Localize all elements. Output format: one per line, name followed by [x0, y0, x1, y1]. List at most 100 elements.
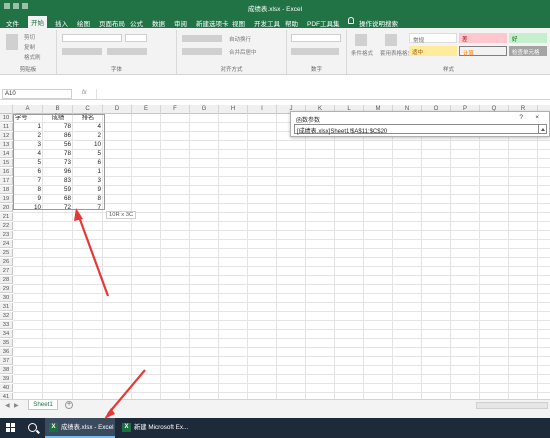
- paste-icon[interactable]: [6, 34, 18, 50]
- tab-pdf-tools[interactable]: PDF工具集: [304, 17, 343, 28]
- align-horizontal-icons[interactable]: [182, 48, 222, 55]
- cut-button[interactable]: 剪切: [24, 33, 35, 41]
- row-header[interactable]: 17: [0, 177, 13, 185]
- help-button[interactable]: ?: [519, 114, 523, 121]
- style-check-cell[interactable]: 检查单元格: [509, 46, 547, 56]
- tab-insert[interactable]: 插入: [52, 17, 71, 28]
- tab-home[interactable]: 开始: [28, 16, 47, 28]
- row-header[interactable]: 32: [0, 312, 13, 320]
- style-good[interactable]: 好: [509, 33, 547, 43]
- row-header[interactable]: 33: [0, 321, 13, 329]
- select-all-corner[interactable]: [0, 105, 13, 114]
- format-painter-button[interactable]: 格式刷: [24, 53, 41, 61]
- gridline: [13, 230, 550, 231]
- row-header[interactable]: 21: [0, 213, 13, 221]
- row-header[interactable]: 26: [0, 258, 13, 266]
- style-neutral[interactable]: 适中: [409, 46, 457, 56]
- row-header[interactable]: 11: [0, 123, 13, 131]
- function-arguments-dialog[interactable]: 函数参数 ? × [成绩表.xlsx]Sheet1!$A$11:$C$20: [290, 111, 550, 137]
- row-header[interactable]: 18: [0, 186, 13, 194]
- search-icon[interactable]: [28, 423, 37, 432]
- style-normal[interactable]: 常规: [409, 33, 457, 44]
- column-header-f[interactable]: F: [161, 105, 190, 114]
- row-header[interactable]: 12: [0, 132, 13, 140]
- tab-review[interactable]: 审阅: [171, 17, 190, 28]
- font-size-select[interactable]: [125, 34, 147, 42]
- row-header[interactable]: 13: [0, 141, 13, 149]
- font-name-select[interactable]: [62, 34, 122, 42]
- worksheet-grid[interactable]: ABCDEFGHIJKLMNOPQRS 10学号成绩排名111784122862…: [0, 105, 550, 399]
- row-header[interactable]: 36: [0, 348, 13, 356]
- horizontal-scrollbar[interactable]: [476, 402, 548, 409]
- column-header-b[interactable]: B: [43, 105, 73, 114]
- style-calculation[interactable]: 计算: [459, 46, 507, 57]
- sheet-tab-bar: ◀ ▶ Sheet1 +: [0, 399, 550, 410]
- row-header[interactable]: 14: [0, 150, 13, 158]
- number-format-icons[interactable]: [291, 48, 339, 55]
- align-top-icons[interactable]: [182, 35, 222, 42]
- conditional-format-icon[interactable]: [355, 34, 367, 46]
- row-header[interactable]: 25: [0, 249, 13, 257]
- expand-dialog-icon[interactable]: [538, 124, 547, 134]
- formula-input[interactable]: [96, 89, 548, 99]
- tab-view[interactable]: 视图: [229, 17, 248, 28]
- copy-button[interactable]: 复制: [24, 43, 35, 51]
- conditional-format-button[interactable]: 条件格式: [351, 49, 373, 57]
- row-header[interactable]: 39: [0, 375, 13, 383]
- row-header[interactable]: 23: [0, 231, 13, 239]
- column-header-e[interactable]: E: [132, 105, 161, 114]
- row-header[interactable]: 38: [0, 366, 13, 374]
- row-header[interactable]: 24: [0, 240, 13, 248]
- taskbar-app-excel-new[interactable]: X 新建 Microsoft Ex...: [118, 418, 190, 438]
- row-header[interactable]: 15: [0, 159, 13, 167]
- fx-icon[interactable]: fx: [82, 90, 87, 96]
- row-header[interactable]: 27: [0, 267, 13, 275]
- wrap-text-button[interactable]: 自动换行: [229, 35, 251, 43]
- tab-help[interactable]: 帮助: [282, 17, 301, 28]
- number-format-select[interactable]: [291, 34, 341, 42]
- tab-new-tab[interactable]: 新建选项卡: [193, 17, 232, 28]
- row-header[interactable]: 34: [0, 330, 13, 338]
- column-header-a[interactable]: A: [13, 105, 43, 114]
- row-header[interactable]: 10: [0, 114, 13, 122]
- tell-me-search[interactable]: 操作说明搜索: [356, 17, 401, 28]
- row-header[interactable]: 16: [0, 168, 13, 176]
- tab-developer[interactable]: 开发工具: [251, 17, 283, 28]
- row-header[interactable]: 28: [0, 276, 13, 284]
- font-style-icons[interactable]: [62, 48, 102, 55]
- column-header-g[interactable]: G: [190, 105, 219, 114]
- close-button[interactable]: ×: [535, 114, 539, 121]
- next-sheet-icon[interactable]: ▶: [14, 402, 19, 409]
- row-header[interactable]: 35: [0, 339, 13, 347]
- style-bad[interactable]: 差: [459, 33, 507, 43]
- row-header[interactable]: 29: [0, 285, 13, 293]
- windows-start-icon[interactable]: [6, 423, 16, 433]
- row-header[interactable]: 40: [0, 384, 13, 392]
- column-header-c[interactable]: C: [73, 105, 103, 114]
- taskbar-app-excel-grades[interactable]: X 成绩表.xlsx - Excel: [45, 418, 115, 438]
- row-header[interactable]: 20: [0, 204, 13, 212]
- prev-sheet-icon[interactable]: ◀: [5, 402, 10, 409]
- merge-center-button[interactable]: 合并后居中: [229, 48, 257, 56]
- column-header-h[interactable]: H: [219, 105, 248, 114]
- column-header-i[interactable]: I: [248, 105, 277, 114]
- tab-file[interactable]: 文件: [3, 17, 22, 28]
- table-format-icon[interactable]: [385, 34, 397, 46]
- tab-data[interactable]: 数据: [149, 17, 168, 28]
- gridline: [13, 257, 550, 258]
- range-reference-input[interactable]: [成绩表.xlsx]Sheet1!$A$11:$C$20: [294, 124, 539, 135]
- row-header[interactable]: 30: [0, 294, 13, 302]
- row-header[interactable]: 19: [0, 195, 13, 203]
- tab-page-layout[interactable]: 页面布局: [96, 17, 128, 28]
- column-header-d[interactable]: D: [103, 105, 132, 114]
- add-sheet-button[interactable]: +: [65, 401, 73, 409]
- tab-formulas[interactable]: 公式: [127, 17, 146, 28]
- tab-draw[interactable]: 绘图: [74, 17, 93, 28]
- row-header[interactable]: 37: [0, 357, 13, 365]
- name-box[interactable]: A10: [2, 89, 72, 99]
- font-color-icons[interactable]: [107, 48, 147, 55]
- row-header[interactable]: 22: [0, 222, 13, 230]
- row-header[interactable]: 31: [0, 303, 13, 311]
- group-label: 样式: [442, 67, 454, 73]
- sheet-tab-sheet1[interactable]: Sheet1: [28, 400, 58, 410]
